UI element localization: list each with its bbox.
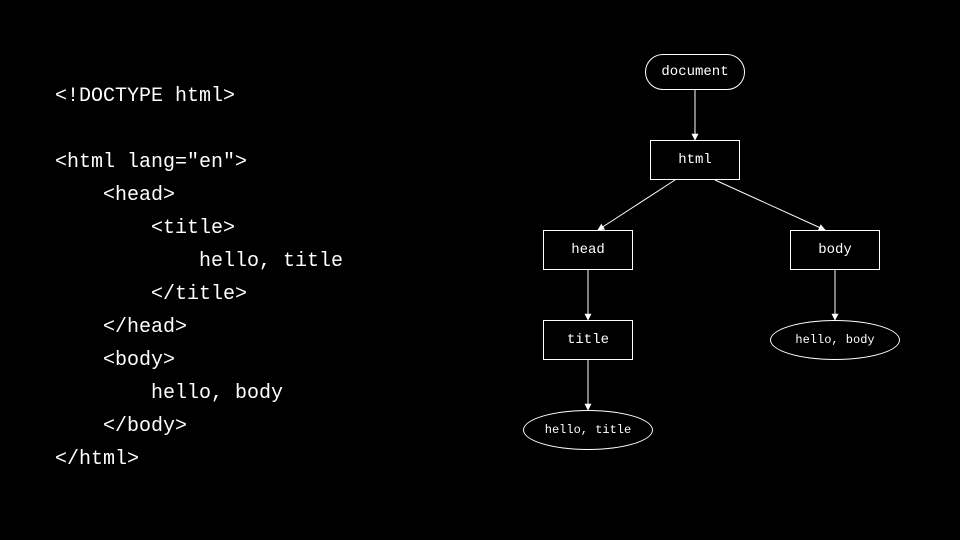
tree-edges [470, 40, 950, 520]
node-label: hello, title [545, 423, 631, 437]
node-body: body [790, 230, 880, 270]
node-head: head [543, 230, 633, 270]
code-line: hello, title [55, 250, 343, 273]
code-listing: <!DOCTYPE html> <html lang="en"> <head> … [55, 80, 343, 476]
node-html: html [650, 140, 740, 180]
code-line: </body> [55, 415, 187, 438]
node-document: document [645, 54, 745, 90]
code-line: <head> [55, 184, 175, 207]
node-hello-title: hello, title [523, 410, 653, 450]
code-line: </html> [55, 448, 139, 471]
node-label: hello, body [795, 333, 874, 347]
node-label: html [678, 152, 712, 168]
code-line: <body> [55, 349, 175, 372]
node-label: document [661, 64, 728, 80]
code-line: </title> [55, 283, 247, 306]
node-label: title [567, 332, 609, 348]
code-line: </head> [55, 316, 187, 339]
node-title: title [543, 320, 633, 360]
code-line: <html lang="en"> [55, 151, 247, 174]
node-label: head [571, 242, 605, 258]
code-line: <title> [55, 217, 235, 240]
node-label: body [818, 242, 852, 258]
node-hello-body: hello, body [770, 320, 900, 360]
code-line: <!DOCTYPE html> [55, 85, 235, 108]
code-line: hello, body [55, 382, 283, 405]
dom-tree-diagram: document html head body title hello, tit… [470, 40, 950, 520]
